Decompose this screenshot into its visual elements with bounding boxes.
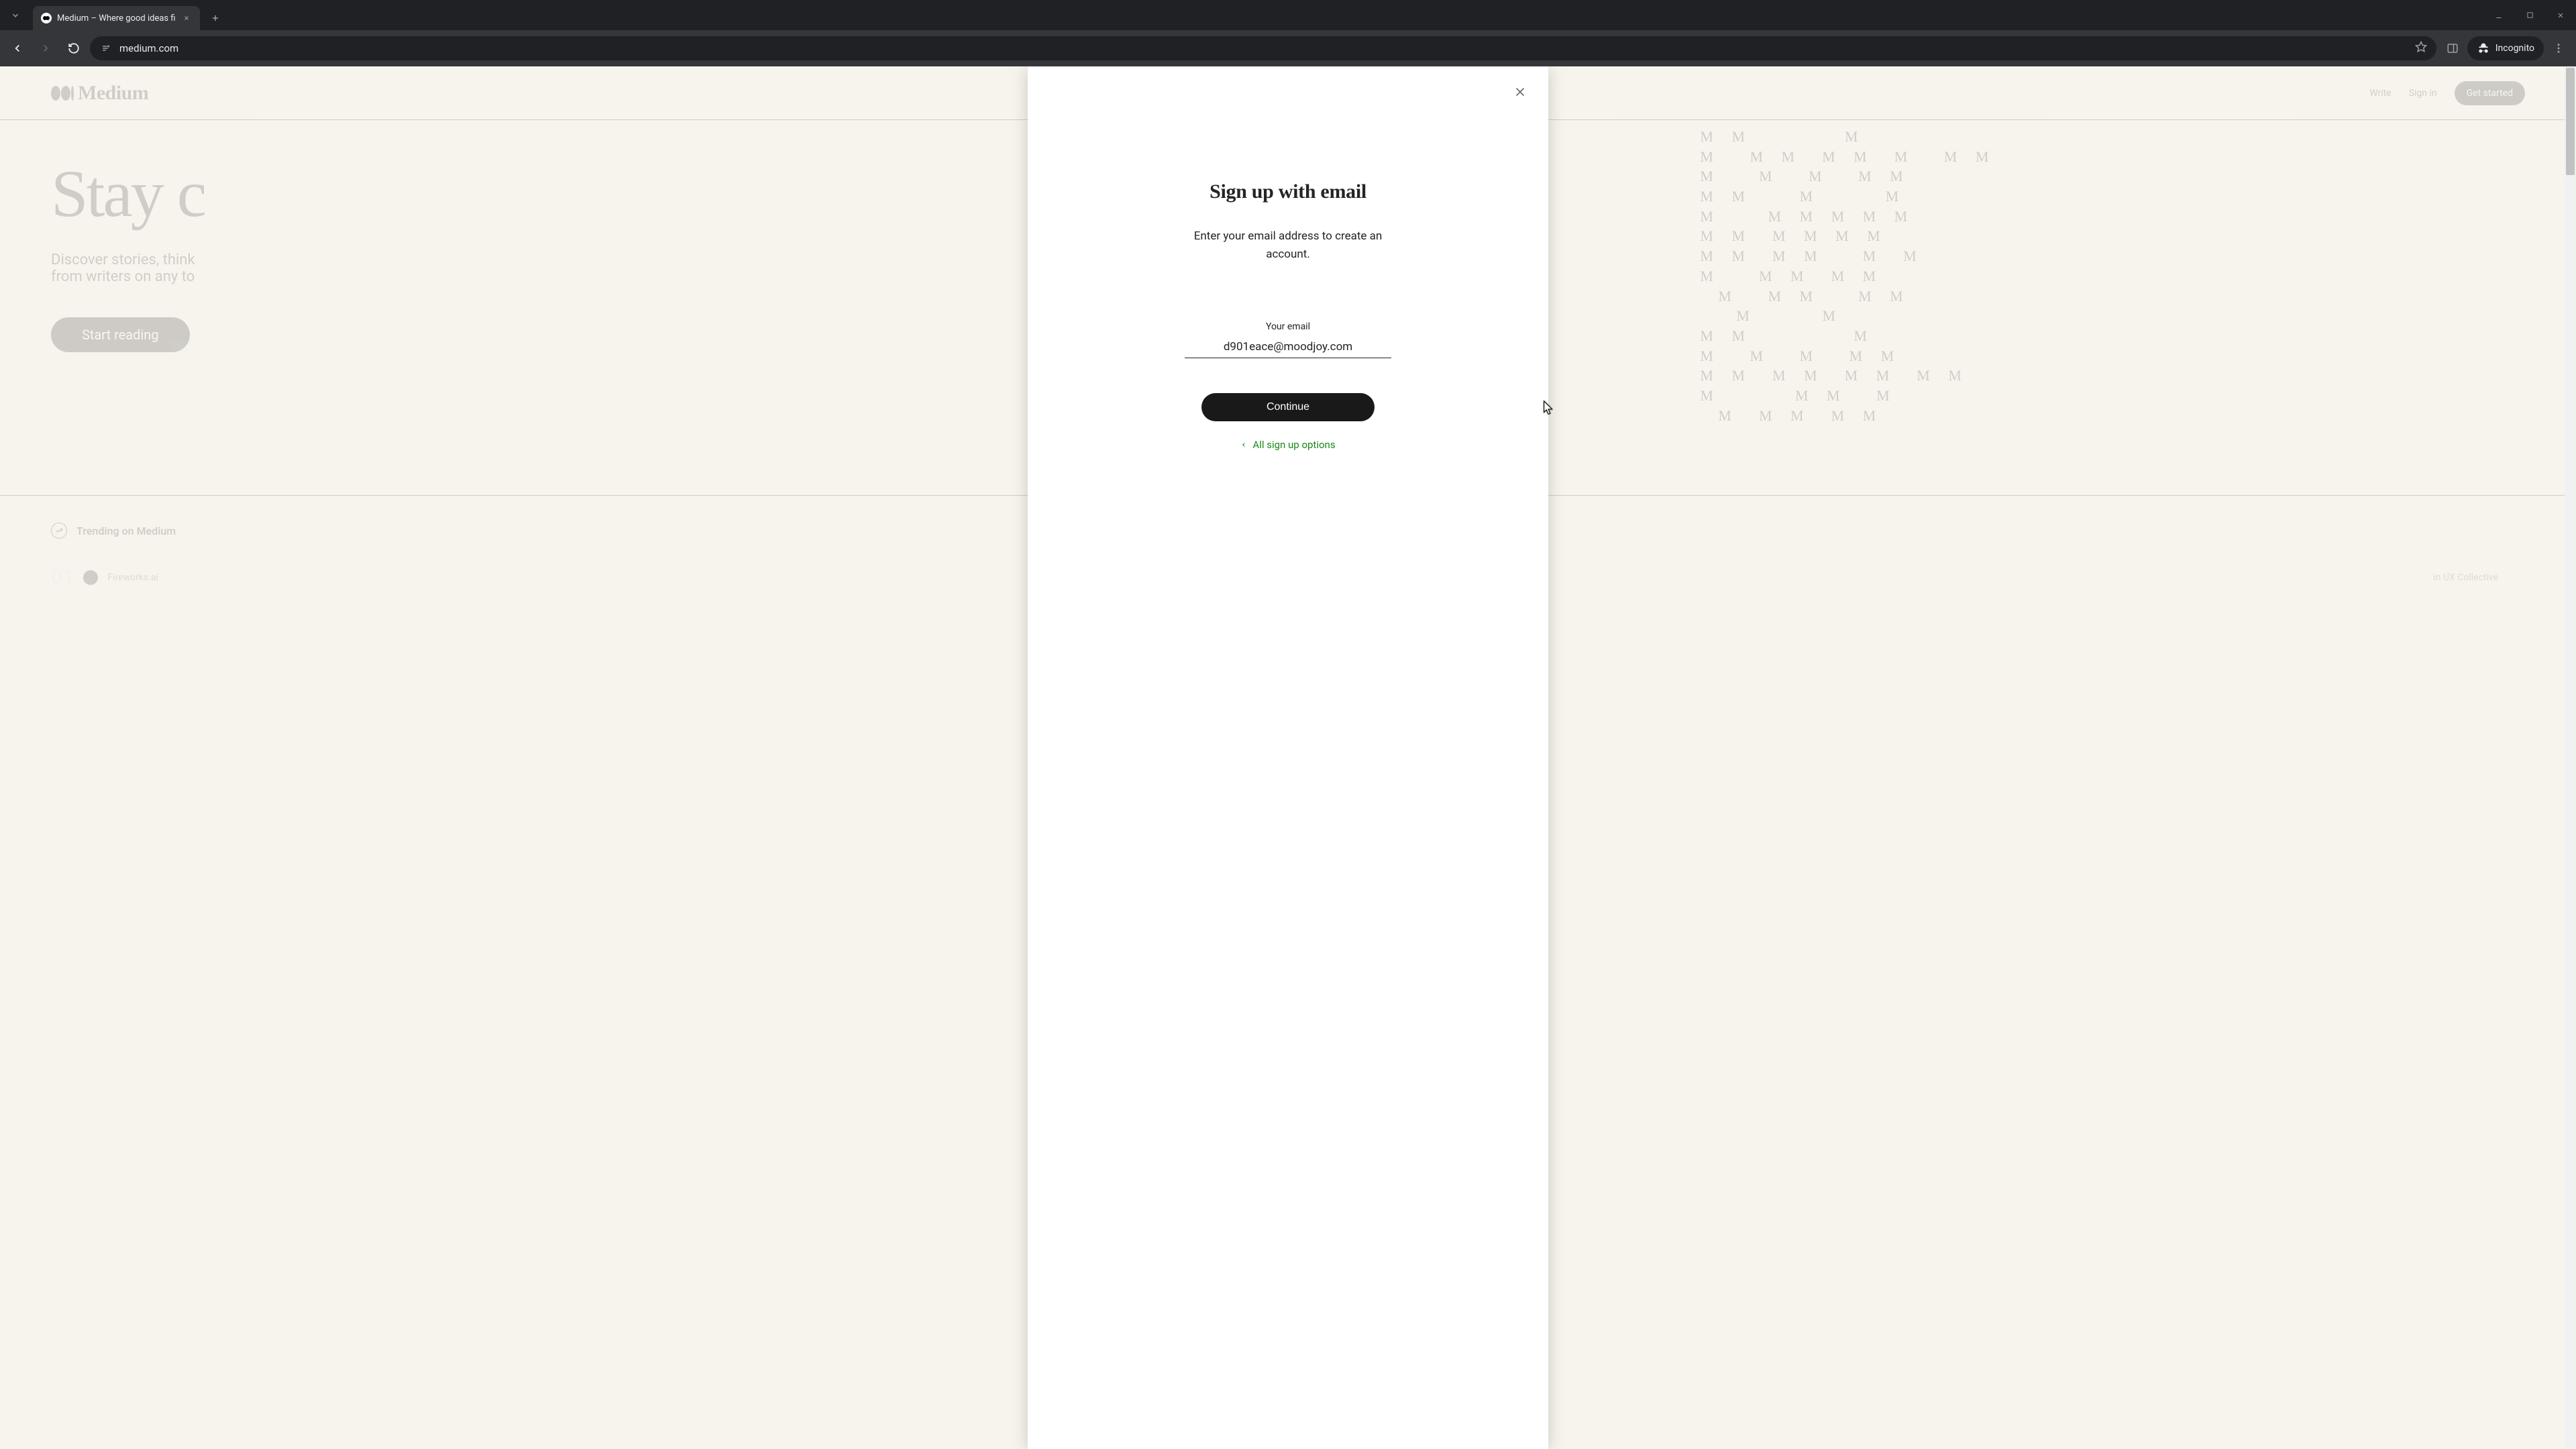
browser-toolbar: medium.com Incognito: [0, 30, 2576, 66]
trending-author: Fireworks.ai: [107, 572, 158, 583]
tabs-dropdown-button[interactable]: [0, 0, 30, 30]
scrollbar-thumb[interactable]: [2566, 68, 2575, 175]
back-button[interactable]: [5, 36, 30, 60]
email-input[interactable]: [1185, 340, 1391, 354]
window-maximize-button[interactable]: [2514, 0, 2545, 30]
close-icon: [1513, 85, 1527, 99]
address-bar[interactable]: medium.com: [90, 36, 2436, 60]
modal-subtitle: Enter your email address to create an ac…: [1174, 227, 1402, 264]
side-panel-button[interactable]: [2440, 36, 2465, 60]
start-reading-button: Start reading: [51, 317, 190, 352]
incognito-indicator[interactable]: Incognito: [2467, 36, 2544, 60]
hero-sub-2: from writers on any to: [51, 268, 360, 285]
window-close-button[interactable]: [2545, 0, 2576, 30]
continue-button[interactable]: Continue: [1201, 393, 1375, 421]
nav-get-started: Get started: [2455, 81, 2525, 105]
medium-logo: Medium: [51, 82, 148, 105]
vertical-scrollbar[interactable]: [2565, 66, 2576, 1449]
modal-close-button[interactable]: [1511, 83, 1529, 101]
chevron-left-icon: [1240, 440, 1247, 449]
incognito-icon: [2477, 42, 2490, 55]
trending-publication: in UX Collective: [2433, 572, 2498, 583]
nav-signin: Sign in: [2409, 88, 2437, 99]
trending-num: 01: [51, 566, 74, 589]
url-text: medium.com: [119, 42, 2407, 54]
reload-button[interactable]: [62, 36, 86, 60]
back-link-label: All sign up options: [1252, 439, 1335, 451]
email-label: Your email: [1266, 321, 1310, 332]
all-signup-options-link[interactable]: All sign up options: [1240, 439, 1335, 451]
decorative-m-pattern: M M M M M M M M M M M M M M M M M M M M …: [1700, 120, 2576, 495]
avatar: [83, 570, 98, 585]
browser-tab[interactable]: Medium – Where good ideas fi: [33, 6, 200, 30]
nav-write: Write: [2369, 88, 2391, 99]
bookmark-star-button[interactable]: [2415, 41, 2427, 56]
page-viewport: Medium Write Sign in Get started Stay c …: [0, 66, 2576, 1449]
tab-close-button[interactable]: [181, 13, 192, 23]
trending-label: Trending on Medium: [76, 525, 176, 537]
window-minimize-button[interactable]: [2483, 0, 2514, 30]
continue-label: Continue: [1267, 401, 1309, 413]
logo-text: Medium: [78, 82, 148, 105]
trending-icon: [51, 523, 67, 539]
email-input-wrapper: [1185, 340, 1391, 358]
browser-tab-strip: Medium – Where good ideas fi: [0, 0, 2576, 30]
modal-title: Sign up with email: [1210, 180, 1366, 203]
new-tab-button[interactable]: [205, 8, 225, 28]
tab-title: Medium – Where good ideas fi: [57, 13, 176, 23]
signup-modal: Sign up with email Enter your email addr…: [1028, 66, 1548, 1449]
site-info-button[interactable]: [99, 42, 111, 54]
browser-menu-button[interactable]: [2546, 36, 2571, 60]
forward-button[interactable]: [34, 36, 58, 60]
incognito-label: Incognito: [2496, 43, 2534, 54]
window-controls: [2483, 0, 2576, 30]
hero-sub-1: Discover stories, think: [51, 252, 360, 268]
medium-favicon-icon: [41, 13, 52, 23]
